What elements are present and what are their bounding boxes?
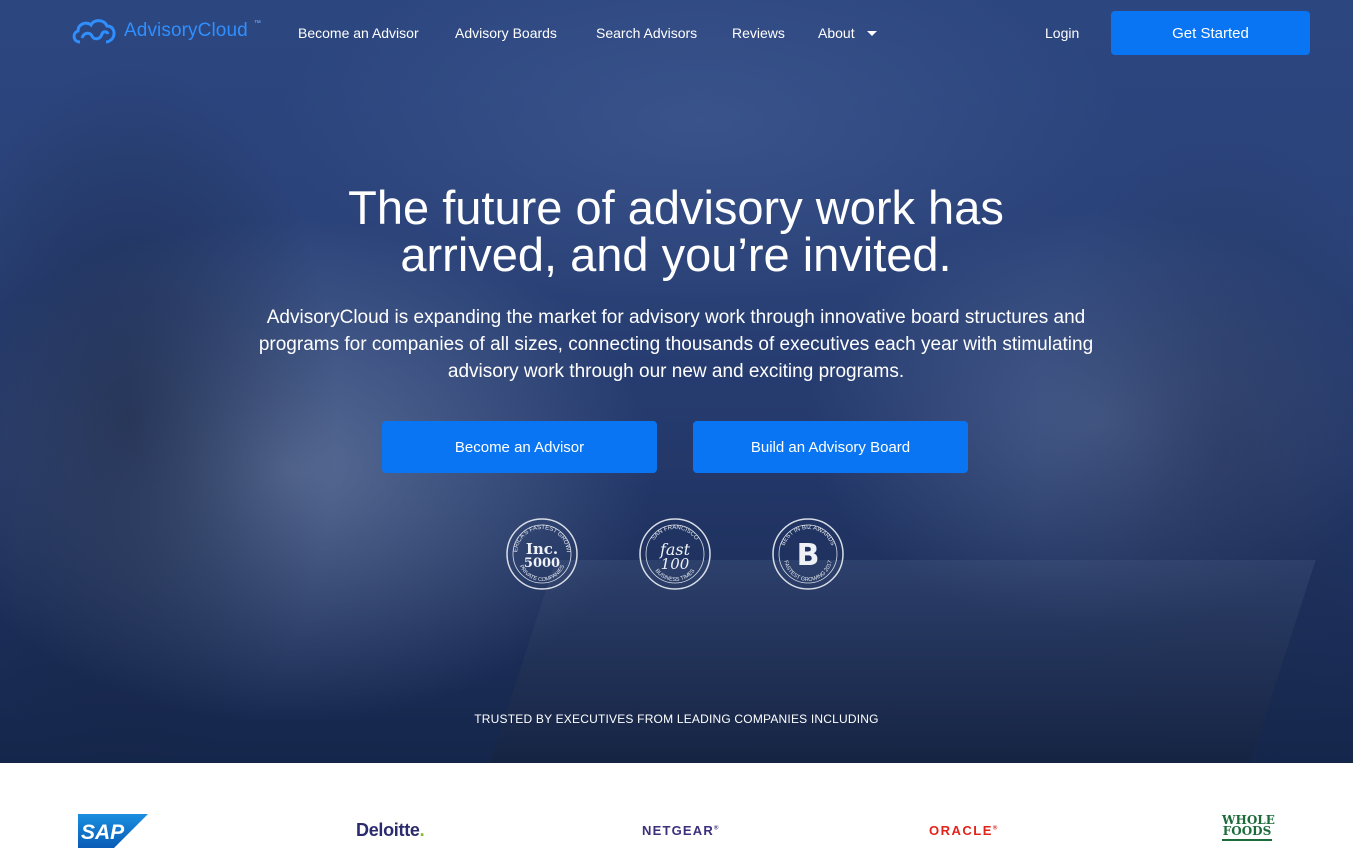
advisorycloud-logo[interactable]: AdvisoryCloud ™ [70, 14, 261, 48]
whole-foods-underline [1222, 839, 1272, 842]
hero-section: AdvisoryCloud ™ Become an Advisor Adviso… [0, 0, 1353, 763]
build-advisory-board-button[interactable]: Build an Advisory Board [693, 421, 968, 473]
headline-line-1: The future of advisory work has [348, 181, 1004, 234]
chevron-down-icon [866, 30, 877, 36]
netgear-logo-text: NETGEAR [642, 823, 714, 838]
nav-reviews[interactable]: Reviews [732, 25, 785, 41]
nav-about-label: About [818, 25, 855, 41]
netgear-logo: NETGEAR® [642, 823, 720, 838]
inc-5000-badge: AMERICA'S FASTEST GROWING PRIVATE COMPAN… [503, 513, 579, 591]
oracle-registered-mark: ® [992, 825, 999, 832]
deloitte-logo: Deloitte. [356, 820, 425, 841]
netgear-registered-mark: ® [713, 825, 720, 832]
whole-foods-line-2: FOODS [1222, 824, 1272, 838]
deloitte-logo-text: Deloitte [356, 820, 420, 840]
oracle-logo-text: ORACLE [929, 823, 993, 838]
get-started-button[interactable]: Get Started [1111, 11, 1310, 55]
hero-headline: The future of advisory work has arrived,… [226, 184, 1126, 278]
description-line-3: advisory work through our new and exciti… [447, 361, 905, 382]
sap-logo: SAP [78, 814, 148, 848]
fast-badge-number: 100 [661, 555, 690, 573]
cloud-logo-icon [72, 19, 116, 44]
login-link[interactable]: Login [1045, 25, 1079, 41]
trusted-by-heading: TRUSTED BY EXECUTIVES FROM LEADING COMPA… [474, 712, 879, 726]
inc-badge-number: 5000 [524, 556, 560, 571]
nav-about-dropdown[interactable]: About [818, 25, 877, 41]
sap-logo-text: SAP [81, 821, 125, 844]
become-advisor-button[interactable]: Become an Advisor [382, 421, 657, 473]
company-logos-strip: SAP Deloitte. NETGEAR® ORACLE® WHOLE FOO… [0, 763, 1353, 857]
nav-search-advisors[interactable]: Search Advisors [596, 25, 697, 41]
nav-advisory-boards[interactable]: Advisory Boards [455, 25, 557, 41]
nav-become-advisor[interactable]: Become an Advisor [298, 25, 419, 41]
best-in-biz-badge: BEST IN BIZ AWARDS FASTEST GROWING 2017 … [771, 517, 845, 591]
whole-foods-logo: WHOLE FOODS [1222, 814, 1275, 842]
oracle-logo: ORACLE® [929, 823, 999, 838]
logo-text: AdvisoryCloud [124, 20, 248, 41]
description-line-1: AdvisoryCloud is expanding the market fo… [266, 307, 1086, 328]
logo-trademark: ™ [253, 19, 261, 27]
description-line-2: programs for companies of all sizes, con… [258, 334, 1094, 355]
hero-background-photo [0, 60, 340, 763]
hero-background-desk [484, 560, 1316, 763]
hero-description: AdvisoryCloud is expanding the market fo… [220, 304, 1132, 385]
headline-line-2: arrived, and you’re invited. [400, 228, 952, 281]
fast-100-badge: SAN FRANCISCO BUSINESS TIMES fast 100 [638, 517, 712, 591]
biz-badge-letter: B [797, 538, 820, 573]
deloitte-logo-dot: . [419, 820, 425, 840]
